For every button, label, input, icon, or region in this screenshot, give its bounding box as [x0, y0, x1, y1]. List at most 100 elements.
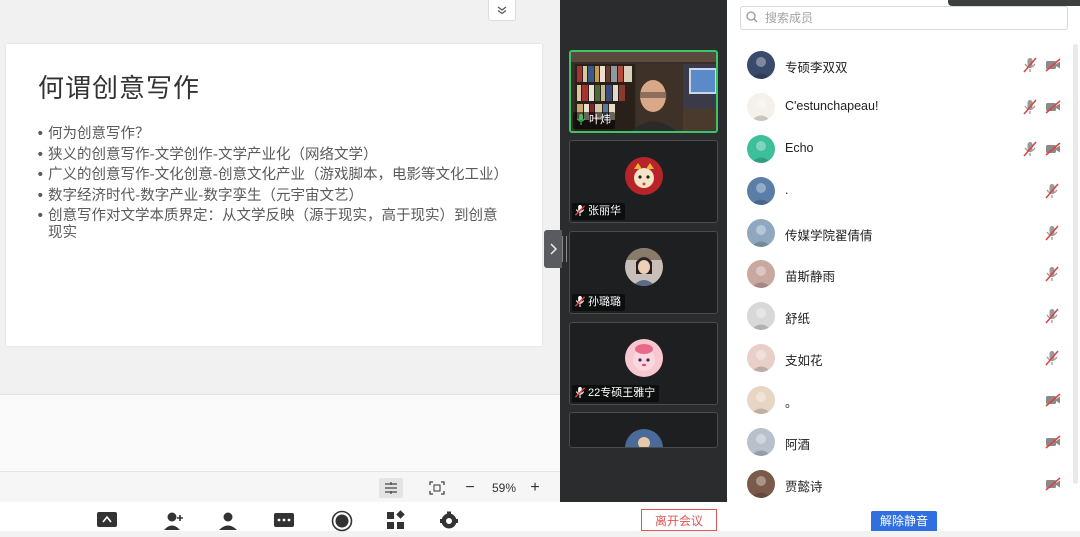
zoom-level: 59%	[491, 481, 517, 495]
fit-width-icon[interactable]	[379, 478, 403, 498]
camera-off-icon[interactable]	[1045, 100, 1061, 114]
mic-muted-icon[interactable]	[1045, 183, 1059, 199]
avatar	[747, 218, 775, 247]
share-screen-icon[interactable]	[96, 510, 118, 531]
member-row[interactable]: C'estunchapeau!	[727, 86, 1080, 128]
member-search-input[interactable]	[763, 10, 1057, 26]
search-icon	[741, 10, 763, 26]
member-row[interactable]: 。	[727, 379, 1080, 421]
video-tile[interactable]	[569, 412, 718, 448]
unmute-all-button[interactable]: 解除静音	[871, 511, 937, 531]
member-row[interactable]: 贾懿诗	[727, 463, 1080, 505]
avatar	[747, 260, 775, 289]
member-name: Echo	[785, 140, 814, 155]
member-name: 。	[785, 396, 798, 411]
mic-muted-icon	[575, 205, 585, 216]
invite-icon[interactable]	[163, 510, 185, 531]
member-name: 传媒学院翟倩倩	[785, 228, 873, 243]
member-row[interactable]: 舒纸	[727, 295, 1080, 337]
slide-bullet: 创意写作对文学本质界定：从文学反映（源于现实，高于现实）到创意现实	[36, 208, 506, 241]
avatar	[747, 344, 775, 373]
slide-bullet: 狭义的创意写作-文学创作-文学产业化（网络文学）	[36, 147, 506, 164]
avatar	[625, 248, 663, 286]
member-name: .	[785, 182, 789, 197]
mic-muted-icon[interactable]	[1045, 308, 1059, 324]
collapse-chevron-icon[interactable]	[488, 0, 516, 21]
video-strip: 叶炜 张丽华 孙璐璐 22专硕王雅宁	[560, 0, 727, 502]
mic-muted-icon[interactable]	[1023, 99, 1037, 115]
member-row[interactable]: 苗斯静雨	[727, 253, 1080, 295]
video-tile-name: 张丽华	[572, 203, 625, 220]
slide-bullet: 何为创意写作？	[36, 126, 506, 143]
video-tile-name: 孙璐璐	[572, 294, 625, 311]
apps-icon[interactable]	[385, 510, 407, 531]
speaker-notes-area[interactable]	[0, 395, 560, 471]
camera-off-icon[interactable]	[1045, 58, 1061, 72]
member-list: 专硕李双双 C'estunchapeau! Echo. 传媒学院翟倩倩 苗斯静雨舒纸支如…	[727, 44, 1080, 505]
slide: 何谓创意写作 何为创意写作？ 狭义的创意写作-文学创作-文学产业化（网络文学） …	[6, 44, 542, 346]
meeting-toolbar	[0, 502, 727, 532]
video-tile[interactable]: 叶炜	[569, 50, 718, 133]
video-tile-name: 22专硕王雅宁	[572, 385, 660, 402]
participants-icon[interactable]	[217, 510, 239, 531]
video-tile[interactable]: 22专硕王雅宁	[569, 322, 718, 405]
slide-bullet-list: 何为创意写作？ 狭义的创意写作-文学创作-文学产业化（网络文学） 广义的创意写作…	[36, 126, 508, 245]
avatar	[625, 429, 663, 447]
strip-drag-handle[interactable]	[562, 236, 567, 262]
avatar	[747, 134, 775, 163]
member-row[interactable]: 阿酒	[727, 421, 1080, 463]
member-name: 舒纸	[785, 312, 811, 327]
avatar	[747, 386, 775, 415]
mic-muted-icon[interactable]	[1023, 141, 1037, 157]
camera-off-icon[interactable]	[1045, 142, 1061, 156]
member-name: 阿酒	[785, 438, 811, 453]
avatar	[625, 339, 663, 377]
member-list-scrollbar[interactable]	[1073, 44, 1078, 484]
member-search-box[interactable]	[740, 6, 1068, 30]
strip-collapse-chevron-icon[interactable]	[544, 230, 562, 268]
avatar	[747, 469, 775, 498]
member-row[interactable]: 支如花	[727, 337, 1080, 379]
mic-muted-icon[interactable]	[1045, 266, 1059, 282]
mic-muted-icon[interactable]	[1023, 57, 1037, 73]
zoom-out-button[interactable]: −	[462, 478, 478, 498]
mic-muted-icon[interactable]	[1045, 350, 1059, 366]
mic-muted-icon[interactable]	[1045, 225, 1059, 241]
mic-muted-icon	[575, 296, 585, 307]
video-tile[interactable]: 孙璐璐	[569, 231, 718, 314]
video-tile-name-text: 22专硕王雅宁	[588, 387, 656, 399]
zoom-in-button[interactable]: +	[527, 478, 543, 498]
member-name: 支如花	[785, 354, 823, 369]
presentation-area: 何谓创意写作 何为创意写作？ 狭义的创意写作-文学创作-文学产业化（网络文学） …	[0, 0, 560, 531]
member-name: C'estunchapeau!	[785, 98, 879, 113]
camera-off-icon[interactable]	[1045, 435, 1061, 449]
leave-meeting-button[interactable]: 离开会议	[641, 509, 717, 531]
avatar	[747, 302, 775, 331]
member-name: 苗斯静雨	[785, 270, 836, 285]
avatar	[747, 92, 775, 121]
record-icon[interactable]	[331, 510, 353, 532]
member-name: 专硕李双双	[785, 61, 848, 75]
member-row[interactable]: Echo	[727, 128, 1080, 170]
avatar	[747, 428, 775, 457]
camera-off-icon[interactable]	[1045, 477, 1061, 491]
video-tile[interactable]: 张丽华	[569, 140, 718, 223]
member-row[interactable]: .	[727, 170, 1080, 212]
video-tile-name: 叶炜	[573, 112, 615, 129]
mic-muted-icon	[575, 387, 585, 398]
member-row[interactable]: 传媒学院翟倩倩	[727, 212, 1080, 254]
avatar	[625, 157, 663, 195]
settings-gear-icon[interactable]	[438, 510, 460, 531]
camera-off-icon[interactable]	[1045, 393, 1061, 407]
mic-active-icon	[576, 114, 586, 125]
member-row[interactable]: 专硕李双双	[727, 44, 1080, 86]
member-name: 贾懿诗	[785, 479, 823, 494]
zoom-bar: − 59% +	[0, 471, 560, 502]
slide-bullet: 数字经济时代-数字产业-数字孪生（元宇宙文艺）	[36, 188, 506, 205]
chat-icon[interactable]	[273, 510, 295, 531]
video-tile-name-text: 叶炜	[589, 114, 611, 126]
slide-title: 何谓创意写作	[38, 74, 201, 104]
avatar	[747, 176, 775, 205]
video-tile-name-text: 张丽华	[588, 205, 621, 217]
fullscreen-icon[interactable]	[426, 478, 448, 498]
